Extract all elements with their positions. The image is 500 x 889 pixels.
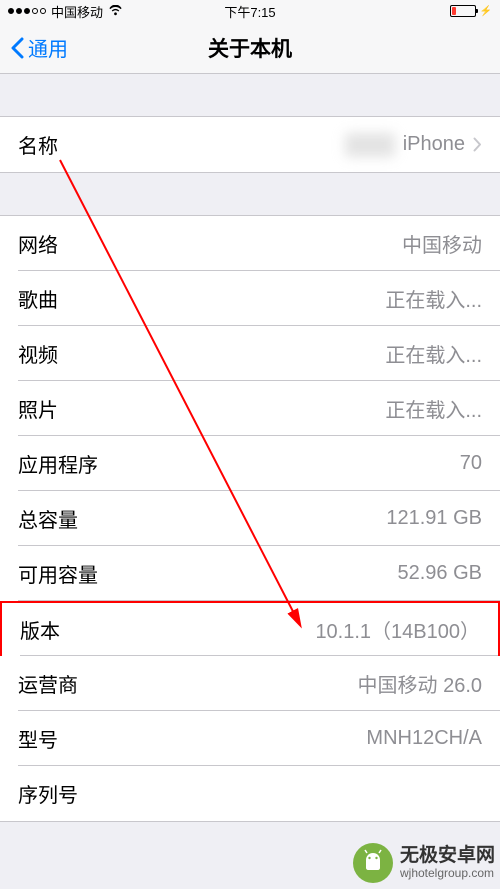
row-value: 正在载入... — [385, 339, 482, 368]
device-name-group: 名称 iPhone — [0, 116, 500, 173]
network-row: 网络 中国移动 — [0, 216, 500, 271]
row-label: 总容量 — [18, 504, 78, 533]
videos-row: 视频 正在载入... — [0, 326, 500, 381]
row-value: iPhone — [345, 133, 482, 157]
device-info-group: 网络 中国移动 歌曲 正在载入... 视频 正在载入... 照片 正在载入...… — [0, 215, 500, 822]
navigation-bar: 通用 关于本机 — [0, 22, 500, 74]
row-label: 版本 — [20, 615, 60, 644]
carrier-row: 运营商 中国移动 26.0 — [0, 656, 500, 711]
status-bar: 中国移动 下午7:15 ⚡ — [0, 0, 500, 22]
row-value: 70 — [460, 452, 482, 475]
watermark-url: wjhotelgroup.com — [400, 867, 495, 880]
serial-row: 序列号 — [0, 766, 500, 821]
page-title: 关于本机 — [208, 33, 292, 63]
carrier-label: 中国移动 — [51, 2, 103, 21]
row-label: 可用容量 — [18, 559, 98, 588]
available-capacity-row: 可用容量 52.96 GB — [0, 546, 500, 601]
signal-strength-icon — [8, 8, 46, 14]
row-label: 序列号 — [18, 779, 78, 808]
apps-row: 应用程序 70 — [0, 436, 500, 491]
photos-row: 照片 正在载入... — [0, 381, 500, 436]
row-label: 型号 — [18, 724, 58, 753]
row-value: 10.1.1（14B100） — [315, 615, 480, 644]
row-value: 正在载入... — [385, 284, 482, 313]
back-label: 通用 — [28, 33, 68, 62]
version-row: 版本 10.1.1（14B100） — [0, 601, 500, 656]
row-value: 121.91 GB — [386, 507, 482, 530]
model-row: 型号 MNH12CH/A — [0, 711, 500, 766]
chevron-right-icon — [473, 137, 482, 152]
total-capacity-row: 总容量 121.91 GB — [0, 491, 500, 546]
row-label: 名称 — [18, 130, 58, 159]
wifi-icon — [108, 5, 123, 17]
blurred-prefix — [345, 133, 395, 157]
watermark-title: 无极安卓网 — [400, 846, 495, 867]
row-label: 网络 — [18, 229, 58, 258]
row-value: MNH12CH/A — [366, 727, 482, 750]
row-value: 正在载入... — [385, 394, 482, 423]
row-label: 歌曲 — [18, 284, 58, 313]
row-value: 52.96 GB — [397, 562, 482, 585]
status-time: 下午7:15 — [224, 2, 275, 21]
row-label: 应用程序 — [18, 449, 98, 478]
row-label: 视频 — [18, 339, 58, 368]
row-value: 中国移动 26.0 — [358, 669, 482, 698]
status-right: ⚡ — [450, 5, 492, 17]
row-value: 中国移动 — [402, 229, 482, 258]
back-button[interactable]: 通用 — [10, 33, 68, 62]
charging-icon: ⚡ — [480, 6, 492, 17]
row-label: 运营商 — [18, 669, 78, 698]
watermark: 无极安卓网 wjhotelgroup.com — [352, 842, 495, 884]
watermark-logo-icon — [352, 842, 394, 884]
row-label: 照片 — [18, 394, 58, 423]
battery-icon — [450, 5, 476, 17]
songs-row: 歌曲 正在载入... — [0, 271, 500, 326]
status-left: 中国移动 — [8, 2, 123, 21]
back-chevron-icon — [10, 37, 24, 59]
name-row[interactable]: 名称 iPhone — [0, 117, 500, 172]
